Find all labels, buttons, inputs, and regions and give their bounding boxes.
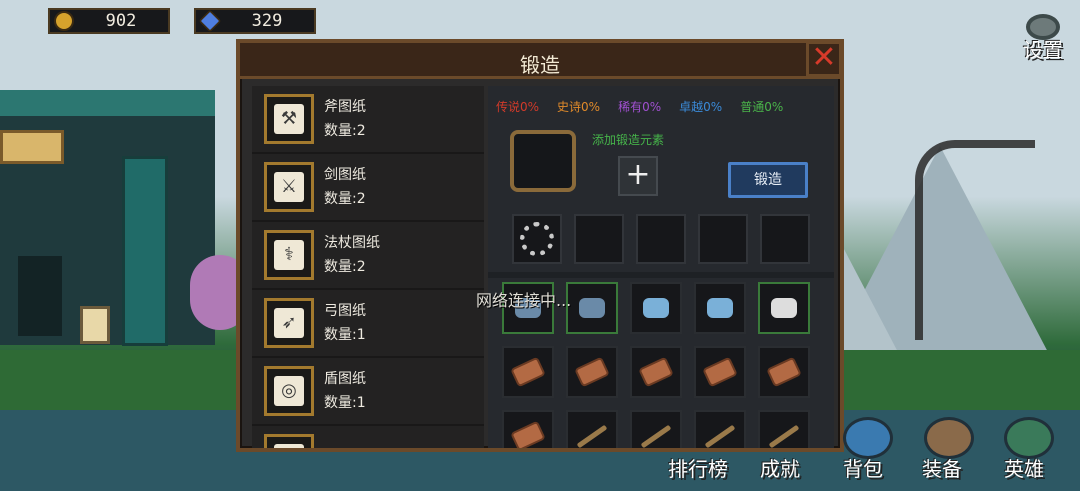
rarity-legendary: 传说0% (496, 100, 540, 114)
gem-icon (198, 9, 222, 33)
material-cell[interactable] (694, 282, 746, 334)
shop-tower (122, 156, 168, 346)
element-slots (512, 214, 810, 264)
forge-result-slot[interactable] (510, 130, 576, 192)
sword-blueprint-icon: ⚔ (264, 162, 314, 212)
gold-counter: 902 (48, 8, 170, 34)
blueprint-qty: 数量:2 (324, 123, 366, 139)
forge-button[interactable]: 锻造 (728, 162, 808, 198)
stick-icon (704, 424, 736, 448)
blueprint-list[interactable]: ⚒ 斧图纸 数量:2 ⚔ 剑图纸 数量:2 ⚕ 法杖图纸 数量:2 ➶ 弓图纸 (252, 86, 484, 448)
stick-icon (640, 424, 672, 448)
gem-value: 329 (251, 11, 283, 31)
blueprint-item-axe[interactable]: ⚒ 斧图纸 数量:2 (252, 86, 484, 154)
blueprint-name: 弓图纸 (324, 303, 366, 319)
silver-ore-icon (771, 298, 797, 318)
gold-value: 902 (105, 11, 137, 31)
achievements-button[interactable]: 成就 (760, 453, 800, 482)
blueprint-item-partial[interactable] (252, 426, 484, 448)
blueprint-name: 盾图纸 (324, 371, 366, 387)
rarity-rare: 稀有0% (618, 100, 662, 114)
axe-blueprint-icon: ⚒ (264, 94, 314, 144)
gem-counter: 329 (194, 8, 316, 34)
add-element-button[interactable]: + (618, 156, 658, 196)
material-cell[interactable] (694, 410, 746, 448)
blueprint-item-shield[interactable]: ◎ 盾图纸 数量:1 (252, 358, 484, 426)
staff-blueprint-icon: ⚕ (264, 230, 314, 280)
material-cell[interactable] (566, 410, 618, 448)
blueprint-name: 斧图纸 (324, 99, 366, 115)
wood-log-icon (702, 356, 738, 388)
blueprint-qty: 数量:2 (324, 259, 366, 275)
shop-sign (0, 130, 64, 164)
stick-icon (768, 424, 800, 448)
material-cell[interactable] (694, 346, 746, 398)
blueprint-icon (264, 434, 314, 448)
wood-log-icon (766, 356, 802, 388)
forge-workspace: 传说0% 史诗0% 稀有0% 卓越0% 普通0% 添加锻造元素 + 锻造 (488, 86, 834, 448)
panel-title-bar: 锻造 (240, 43, 840, 79)
ore-icon (579, 298, 605, 318)
stick-icon (576, 424, 608, 448)
material-cell[interactable] (566, 282, 618, 334)
rarity-epic: 史诗0% (557, 100, 601, 114)
blueprint-qty: 数量:2 (324, 191, 366, 207)
settings-label: 设置 (1023, 38, 1063, 62)
element-slot-2[interactable] (574, 214, 624, 264)
material-cell[interactable] (630, 282, 682, 334)
leaderboard-button[interactable]: 排行榜 (668, 453, 728, 482)
wood-log-icon (510, 356, 546, 388)
blueprint-qty: 数量:1 (324, 327, 366, 343)
wood-log-icon (638, 356, 674, 388)
settings-button[interactable]: 设置 (1016, 14, 1070, 62)
loading-spinner-icon (520, 222, 554, 256)
material-cell[interactable] (566, 346, 618, 398)
shop-door (18, 256, 62, 336)
element-slot-5[interactable] (760, 214, 810, 264)
blueprint-name: 剑图纸 (324, 167, 366, 183)
wood-log-icon (574, 356, 610, 388)
material-cell[interactable] (758, 346, 810, 398)
divider (488, 272, 834, 278)
element-slot-3[interactable] (636, 214, 686, 264)
element-slot-1[interactable] (512, 214, 562, 264)
equipment-button[interactable]: 装备 (922, 453, 962, 482)
blueprint-name: 法杖图纸 (324, 235, 380, 251)
material-cell[interactable] (758, 282, 810, 334)
element-slot-4[interactable] (698, 214, 748, 264)
shop-building (0, 90, 215, 346)
panel-title: 锻造 (520, 53, 560, 77)
material-cell[interactable] (502, 346, 554, 398)
shop-lamp (80, 306, 110, 344)
add-element-hint: 添加锻造元素 (592, 133, 665, 147)
material-cell[interactable] (630, 410, 682, 448)
bow-blueprint-icon: ➶ (264, 298, 314, 348)
backpack-button[interactable]: 背包 (843, 453, 883, 482)
blueprint-item-sword[interactable]: ⚔ 剑图纸 数量:2 (252, 154, 484, 222)
rarity-excellent: 卓越0% (679, 100, 723, 114)
hero-button[interactable]: 英雄 (1004, 453, 1044, 482)
material-cell[interactable] (758, 410, 810, 448)
dead-tree (915, 140, 1035, 340)
material-cell[interactable] (630, 346, 682, 398)
blueprint-item-bow[interactable]: ➶ 弓图纸 数量:1 (252, 290, 484, 358)
rarity-common: 普通0% (740, 100, 784, 114)
crystal-ore-icon (707, 298, 733, 318)
gold-coin-icon (54, 11, 74, 31)
rarity-odds: 传说0% 史诗0% 稀有0% 卓越0% 普通0% (496, 98, 783, 115)
network-status-text: 网络连接中... (476, 291, 572, 310)
blueprint-qty: 数量:1 (324, 395, 366, 411)
blueprint-item-staff[interactable]: ⚕ 法杖图纸 数量:2 (252, 222, 484, 290)
shield-blueprint-icon: ◎ (264, 366, 314, 416)
crystal-ore-icon (643, 298, 669, 318)
wood-log-icon (510, 420, 546, 448)
close-button[interactable]: ✕ (806, 41, 842, 77)
forge-panel: 锻造 ✕ ⚒ 斧图纸 数量:2 ⚔ 剑图纸 数量:2 ⚕ 法杖图纸 数量:2 ➶… (236, 39, 844, 452)
material-cell[interactable] (502, 410, 554, 448)
